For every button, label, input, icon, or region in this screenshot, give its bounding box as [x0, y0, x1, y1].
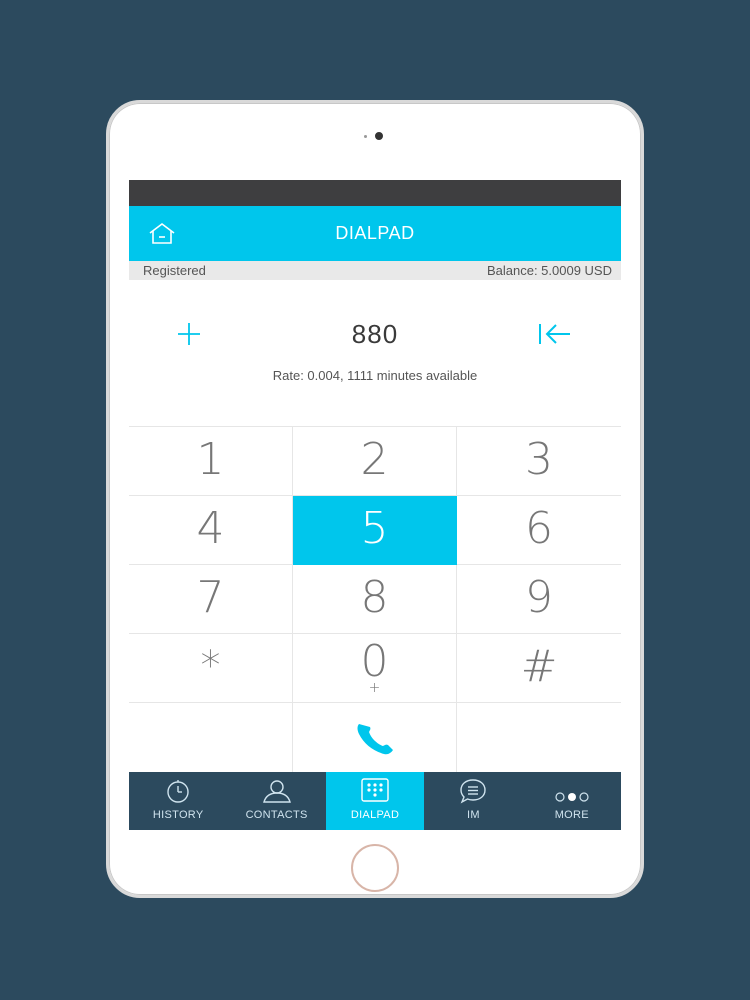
keypad: 1 2 3 4 5 6 7 8 9 * 0 + # — [129, 426, 621, 773]
tab-more[interactable]: MORE — [523, 772, 621, 830]
key-5[interactable]: 5 — [293, 496, 457, 565]
key-digit: 4 — [196, 502, 225, 554]
tab-label: IM — [467, 809, 480, 821]
clock-icon — [167, 780, 189, 803]
balance-text: Balance: 5.0009 USD — [486, 263, 612, 278]
tablet-sensor — [364, 135, 367, 138]
key-4[interactable]: 4 — [129, 496, 293, 565]
key-digit: 3 — [525, 433, 553, 485]
key-digit: 0 — [360, 635, 389, 687]
app-screen: DIALPAD Registered Balance: 5.0009 USD 8… — [129, 180, 621, 830]
tab-bar: HISTORY CONTACTS DIALPAD IM MORE — [129, 772, 621, 830]
key-digit: 1 — [196, 433, 225, 485]
page-title: DIALPAD — [335, 223, 415, 243]
tab-im[interactable]: IM — [424, 772, 522, 830]
key-2[interactable]: 2 — [293, 427, 457, 496]
add-contact-plus-icon[interactable] — [175, 320, 203, 348]
key-digit: # — [520, 640, 558, 692]
number-display-area: 880 Rate: 0.004, 1111 minutes available — [129, 280, 621, 426]
tablet-camera — [375, 132, 383, 140]
registration-status: Registered — [143, 263, 206, 278]
more-dots-icon — [555, 792, 589, 802]
status-bar — [129, 180, 621, 206]
key-7[interactable]: 7 — [129, 565, 293, 634]
dialed-number-field[interactable]: 880 — [275, 319, 475, 350]
key-1[interactable]: 1 — [129, 427, 293, 496]
rate-info: Rate: 0.004, 1111 minutes available — [272, 368, 478, 383]
tab-label: DIALPAD — [350, 809, 400, 821]
keypad-empty-cell — [129, 703, 293, 773]
chat-icon — [460, 779, 487, 804]
call-button[interactable] — [293, 703, 457, 773]
key-hash[interactable]: # — [457, 634, 621, 703]
key-3[interactable]: 3 — [457, 427, 621, 496]
person-icon — [262, 780, 291, 803]
tablet-frame: DIALPAD Registered Balance: 5.0009 USD 8… — [106, 100, 644, 898]
key-star[interactable]: * — [129, 634, 293, 703]
tab-label: HISTORY — [152, 809, 204, 821]
tablet-home-button[interactable] — [351, 844, 399, 892]
app-header: DIALPAD — [129, 206, 621, 261]
tab-history[interactable]: HISTORY — [129, 772, 227, 830]
key-6[interactable]: 6 — [457, 496, 621, 565]
key-sub-label: + — [368, 680, 381, 696]
key-digit: 2 — [360, 433, 389, 485]
backspace-icon[interactable] — [537, 321, 573, 347]
key-digit: 6 — [525, 502, 553, 554]
tab-contacts[interactable]: CONTACTS — [227, 772, 325, 830]
tab-label: CONTACTS — [245, 809, 308, 821]
key-0[interactable]: 0 + — [293, 634, 457, 703]
key-digit: * — [200, 643, 221, 689]
account-info-bar: Registered Balance: 5.0009 USD — [129, 261, 621, 280]
dialpad-icon — [361, 778, 389, 802]
keypad-empty-cell — [457, 703, 621, 773]
key-9[interactable]: 9 — [457, 565, 621, 634]
key-digit: 9 — [525, 571, 553, 623]
key-digit: 8 — [360, 571, 389, 623]
tab-dialpad[interactable]: DIALPAD — [325, 772, 425, 830]
tab-label: MORE — [554, 809, 589, 821]
key-digit: 5 — [360, 502, 389, 554]
key-digit: 7 — [196, 571, 225, 623]
phone-icon — [357, 723, 393, 754]
key-8[interactable]: 8 — [293, 565, 457, 634]
